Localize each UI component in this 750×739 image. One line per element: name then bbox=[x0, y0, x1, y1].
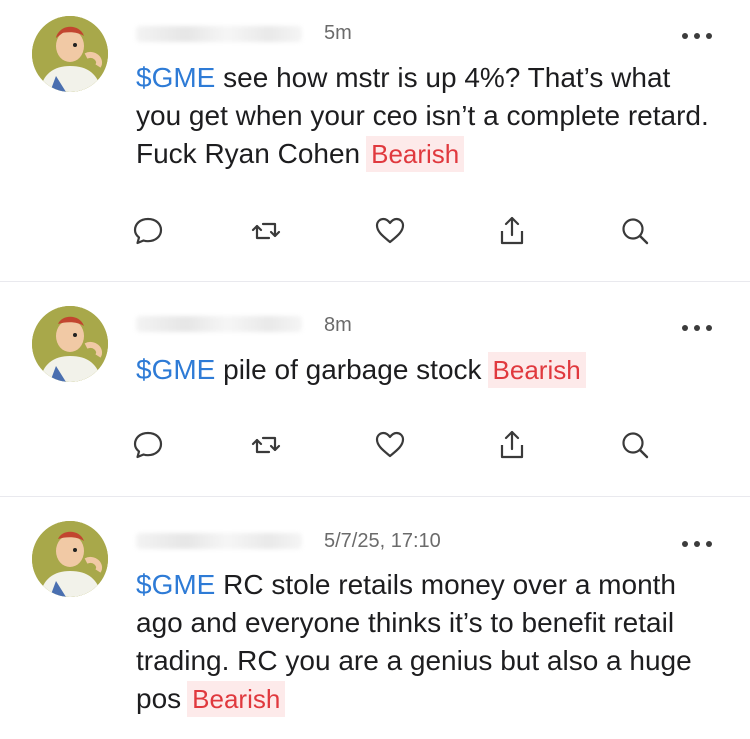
search-icon bbox=[622, 432, 649, 459]
cashtag-link[interactable]: $GME bbox=[136, 569, 215, 600]
more-dot bbox=[706, 325, 712, 331]
more-dot bbox=[694, 541, 700, 547]
post-actions bbox=[0, 428, 750, 462]
like-button[interactable] bbox=[373, 214, 407, 248]
share-button[interactable] bbox=[495, 428, 529, 462]
avatar[interactable] bbox=[32, 521, 108, 597]
cashtag-link[interactable]: $GME bbox=[136, 62, 215, 93]
timestamp: 8m bbox=[324, 314, 352, 336]
sentiment-badge: Bearish bbox=[366, 136, 465, 172]
like-button[interactable] bbox=[373, 428, 407, 462]
post-body: $GME pile of garbage stock Bearish bbox=[136, 351, 721, 389]
post: 8m $GME pile of garbage stock Bearish bbox=[0, 282, 750, 497]
more-dot bbox=[694, 325, 700, 331]
like-icon bbox=[375, 431, 405, 458]
sentiment-badge: Bearish bbox=[487, 352, 586, 388]
sentiment-badge: Bearish bbox=[187, 681, 286, 717]
share-icon bbox=[500, 216, 524, 245]
like-icon bbox=[375, 217, 405, 244]
repost-button[interactable] bbox=[249, 214, 283, 248]
post: 5/7/25, 17:10 $GME RC stole retails mone… bbox=[0, 497, 750, 739]
timestamp: 5m bbox=[324, 22, 352, 44]
more-dot bbox=[682, 33, 688, 39]
comment-icon bbox=[133, 431, 163, 459]
more-dot bbox=[694, 33, 700, 39]
cashtag-link[interactable]: $GME bbox=[136, 354, 215, 385]
post-actions bbox=[0, 214, 750, 248]
search-icon bbox=[622, 218, 649, 245]
more-dot bbox=[682, 325, 688, 331]
share-button[interactable] bbox=[495, 214, 529, 248]
more-options-button[interactable] bbox=[682, 541, 712, 547]
more-options-button[interactable] bbox=[682, 325, 712, 331]
avatar[interactable] bbox=[32, 306, 108, 382]
username[interactable] bbox=[136, 533, 302, 549]
more-dot bbox=[706, 33, 712, 39]
more-dot bbox=[682, 541, 688, 547]
repost-icon bbox=[251, 436, 281, 454]
post-body: $GME see how mstr is up 4%? That’s what … bbox=[136, 59, 721, 173]
more-options-button[interactable] bbox=[682, 33, 712, 39]
repost-button[interactable] bbox=[249, 428, 283, 462]
share-icon bbox=[500, 430, 524, 459]
post: 5m $GME see how mstr is up 4%? That’s wh… bbox=[0, 0, 750, 282]
comment-icon bbox=[133, 217, 163, 245]
username[interactable] bbox=[136, 316, 302, 332]
post-body: $GME RC stole retails money over a month… bbox=[136, 566, 721, 718]
repost-icon bbox=[251, 222, 281, 240]
search-button[interactable] bbox=[618, 428, 652, 462]
comment-button[interactable] bbox=[131, 214, 165, 248]
more-dot bbox=[706, 541, 712, 547]
comment-button[interactable] bbox=[131, 428, 165, 462]
avatar[interactable] bbox=[32, 16, 108, 92]
username[interactable] bbox=[136, 26, 302, 42]
post-text: pile of garbage stock bbox=[215, 354, 482, 385]
timestamp: 5/7/25, 17:10 bbox=[324, 530, 441, 552]
search-button[interactable] bbox=[618, 214, 652, 248]
